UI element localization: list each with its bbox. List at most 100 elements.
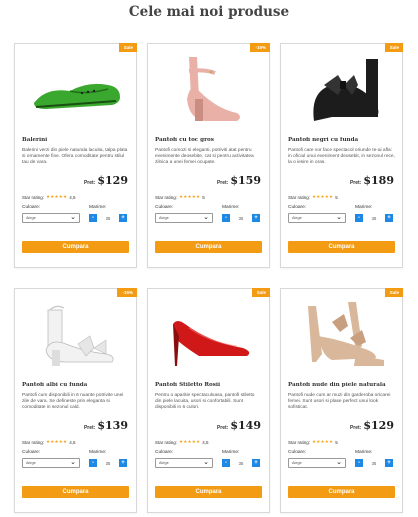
color-select[interactable]: Alege ⌄ (155, 458, 213, 468)
size-value[interactable]: 35 (97, 461, 119, 466)
size-stepper: - 35 + (355, 458, 393, 468)
white-bow-heel-image[interactable] (15, 295, 136, 375)
color-select-value: Alege (26, 216, 36, 220)
rating-label: Star rating: (155, 439, 178, 445)
product-name[interactable]: Pantofi negri cu funda (288, 137, 395, 143)
product-price: $189 (363, 174, 394, 187)
plus-button[interactable]: + (119, 214, 127, 222)
product-name[interactable]: Pantofi cu toc gros (155, 137, 262, 143)
minus-button[interactable]: - (222, 214, 230, 222)
buy-button[interactable]: Cumpara (288, 486, 395, 498)
product-price: $159 (230, 174, 261, 187)
size-stepper: - 35 + (222, 458, 260, 468)
product-grid: Sale Balerini Balerini verzi din piele n… (14, 43, 403, 513)
product-description: Pantofi care vor face spectacol oriunde … (288, 148, 395, 166)
plus-button[interactable]: + (119, 459, 127, 467)
rating-value: 4,5 (69, 194, 76, 200)
color-select[interactable]: Alege ⌄ (22, 458, 80, 468)
color-label: Culoare: (155, 205, 174, 210)
size-value[interactable]: 35 (97, 216, 119, 221)
block-heel-image[interactable] (148, 50, 269, 130)
product-description: Pantofi nude cum ar muzi din garderoba o… (288, 393, 391, 411)
color-select[interactable]: Alege ⌄ (155, 213, 213, 223)
red-stiletto-image[interactable] (148, 295, 269, 375)
price-label: Pret: (349, 180, 362, 186)
price-label: Pret: (216, 425, 229, 431)
product-options: Culoare: Marime: Alege ⌄ - 35 + (288, 450, 395, 472)
rating-label: Star rating: (155, 194, 178, 200)
buy-button[interactable]: Cumpara (288, 241, 395, 253)
minus-button[interactable]: - (355, 214, 363, 222)
rating-value: 4,5 (69, 439, 76, 445)
size-value[interactable]: 35 (363, 216, 385, 221)
color-select[interactable]: Alege ⌄ (288, 213, 346, 223)
color-select-value: Alege (292, 216, 302, 220)
black-bow-heel-image[interactable] (281, 50, 402, 130)
plus-button[interactable]: + (252, 459, 260, 467)
rating-label: Star rating: (288, 194, 311, 200)
product-name[interactable]: Pantofi Stiletto Rosii (155, 382, 262, 388)
product-options: Culoare: Marime: Alege ⌄ - 35 + (155, 450, 262, 472)
price-row: Pret: $139 (84, 419, 128, 432)
size-stepper: - 35 + (222, 213, 260, 223)
rating-value: 5 (202, 194, 205, 200)
rating-label: Star rating: (22, 194, 45, 200)
size-value[interactable]: 35 (230, 216, 252, 221)
product-card: -15% Pantofi albi cu funda Pantofi cum d… (14, 288, 137, 513)
color-select[interactable]: Alege ⌄ (288, 458, 346, 468)
color-select[interactable]: Alege ⌄ (22, 213, 80, 223)
size-stepper: - 35 + (89, 213, 127, 223)
plus-button[interactable]: + (385, 459, 393, 467)
minus-button[interactable]: - (355, 459, 363, 467)
buy-button[interactable]: Cumpara (22, 241, 129, 253)
flat-shoe-image[interactable] (15, 50, 136, 130)
color-label: Culoare: (288, 450, 307, 455)
product-options: Culoare: Marime: Alege ⌄ - 35 + (288, 205, 395, 227)
plus-button[interactable]: + (252, 214, 260, 222)
product-options: Culoare: Marime: Alege ⌄ - 35 + (155, 205, 262, 227)
product-name[interactable]: Balerini (22, 137, 129, 143)
product-name[interactable]: Pantofi albi cu funda (22, 382, 129, 388)
product-name[interactable]: Pantofi nude din piele naturala (288, 382, 395, 388)
size-label: Marime: (355, 205, 373, 210)
product-card: -15% Pantofi cu toc gros Pantofi comozi … (147, 43, 270, 268)
plus-button[interactable]: + (385, 214, 393, 222)
color-select-value: Alege (26, 461, 36, 465)
price-label: Pret: (216, 180, 229, 186)
product-options: Culoare: Marime: Alege ⌄ - 35 + (22, 205, 129, 227)
size-label: Marime: (222, 450, 240, 455)
star-rating: Star rating: ★★★★★ 4,5 (22, 439, 75, 445)
star-rating: Star rating: ★★★★★ 5 (288, 439, 338, 445)
color-label: Culoare: (155, 450, 174, 455)
product-description: Pantofi comozi si eleganti, potriviti at… (155, 148, 254, 166)
product-price: $129 (97, 174, 128, 187)
star-icon: ★★★★★ (312, 439, 334, 444)
buy-button[interactable]: Cumpara (22, 486, 129, 498)
nude-bow-heel-image[interactable] (281, 295, 402, 375)
star-icon: ★★★★★ (46, 439, 68, 444)
product-card: Sale Pantofi nude din piele naturala Pan… (280, 288, 403, 513)
chevron-down-icon: ⌄ (203, 214, 209, 221)
star-icon: ★★★★★ (312, 194, 334, 199)
color-select-value: Alege (159, 216, 169, 220)
minus-button[interactable]: - (89, 214, 97, 222)
price-label: Pret: (83, 180, 96, 186)
star-rating: Star rating: ★★★★★ 4,5 (155, 439, 208, 445)
product-description: Balerini verzi din piele naturala lacuit… (22, 148, 128, 166)
buy-button[interactable]: Cumpara (155, 241, 262, 253)
rating-value: 5 (335, 194, 338, 200)
product-options: Culoare: Marime: Alege ⌄ - 35 + (22, 450, 129, 472)
minus-button[interactable]: - (222, 459, 230, 467)
price-row: Pret: $159 (217, 174, 261, 187)
star-icon: ★★★★★ (179, 194, 201, 199)
size-value[interactable]: 35 (230, 461, 252, 466)
chevron-down-icon: ⌄ (70, 214, 76, 221)
size-label: Marime: (89, 205, 107, 210)
size-label: Marime: (222, 205, 240, 210)
product-price: $129 (363, 419, 394, 432)
buy-button[interactable]: Cumpara (155, 486, 262, 498)
size-value[interactable]: 35 (363, 461, 385, 466)
size-stepper: - 35 + (89, 458, 127, 468)
minus-button[interactable]: - (89, 459, 97, 467)
product-price: $149 (230, 419, 261, 432)
